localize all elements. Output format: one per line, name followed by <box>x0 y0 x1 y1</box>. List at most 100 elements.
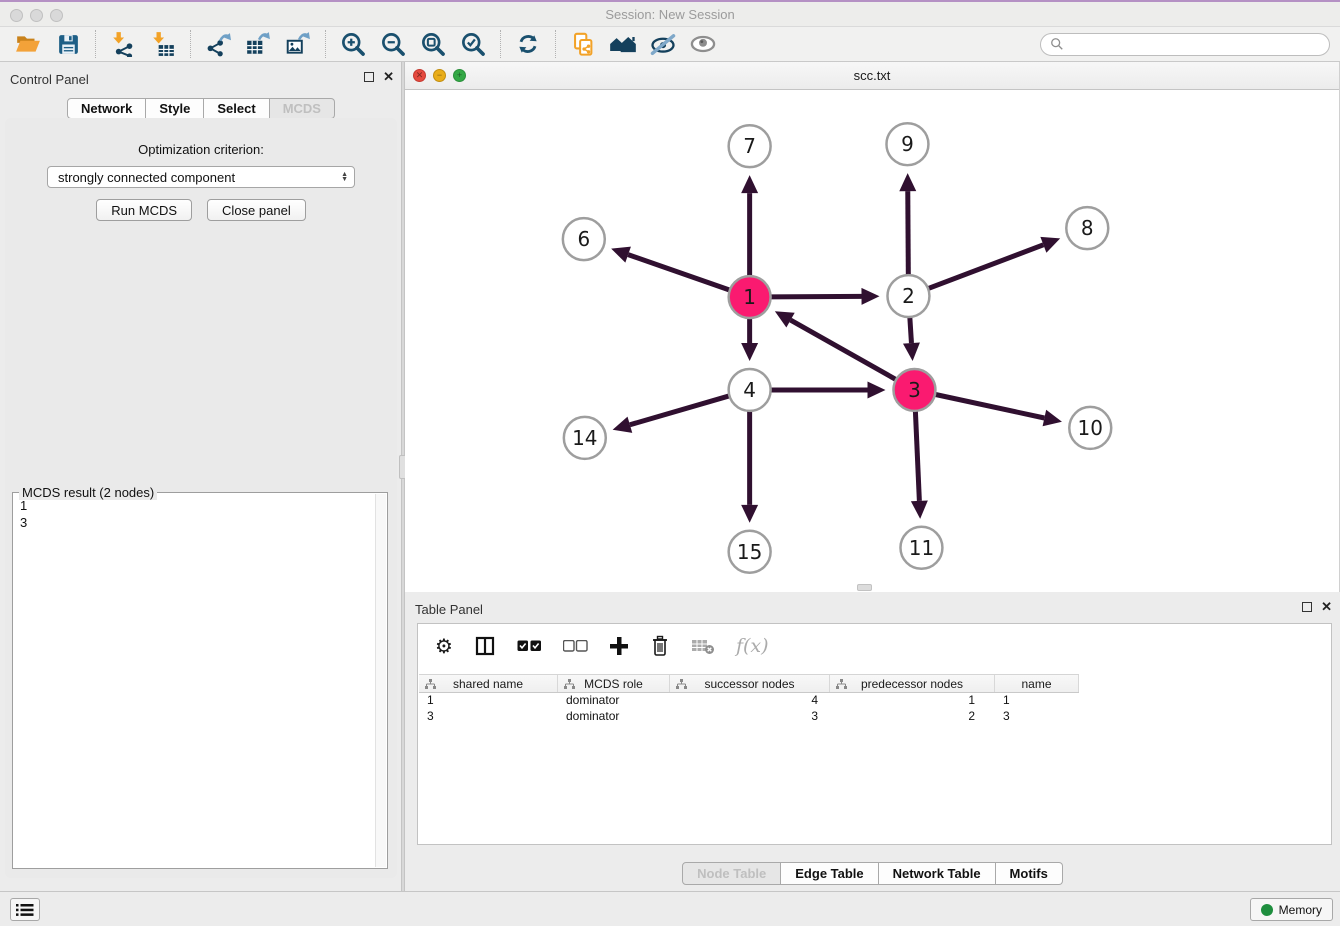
float-table-panel-icon[interactable] <box>1302 602 1312 612</box>
delete-table-icon <box>691 636 715 656</box>
window-controls <box>10 9 63 22</box>
tab-motifs[interactable]: Motifs <box>996 862 1063 885</box>
graph-edge-3-11[interactable] <box>915 411 919 501</box>
tab-network[interactable]: Network <box>67 98 146 119</box>
graph-edge-3-1[interactable] <box>791 320 897 380</box>
function-icon: f(x) <box>736 635 769 657</box>
search-input[interactable] <box>1069 37 1320 51</box>
graph-edge-2-9[interactable] <box>908 191 909 275</box>
memory-button[interactable]: Memory <box>1250 898 1333 921</box>
zoom-in-button[interactable] <box>335 29 371 59</box>
zoom-fit-button[interactable] <box>415 29 451 59</box>
cell-name: 1 <box>995 693 1079 709</box>
application-window: Session: New Session <box>0 0 1340 926</box>
network-close-button[interactable]: ✕ <box>413 69 426 82</box>
mcds-result-list[interactable]: 1 3 <box>14 494 374 867</box>
cell-predecessor-nodes: 2 <box>830 709 995 725</box>
select-all-columns-button[interactable] <box>517 640 542 652</box>
copy-view-button[interactable] <box>565 29 601 59</box>
table-row[interactable]: 3 dominator 3 2 3 <box>419 709 1079 725</box>
columns-icon <box>474 635 496 657</box>
column-header-name[interactable]: name <box>995 675 1079 692</box>
close-table-panel-icon[interactable]: ✕ <box>1321 602 1332 612</box>
save-floppy-icon <box>56 32 81 57</box>
network-window-title: scc.txt <box>405 62 1339 89</box>
home-layout-button[interactable] <box>605 29 641 59</box>
window-title: Session: New Session <box>0 2 1340 27</box>
canvas-splitter-grip[interactable] <box>857 584 872 591</box>
export-table-button[interactable] <box>240 29 276 59</box>
tab-select[interactable]: Select <box>204 98 269 119</box>
column-header-predecessor-nodes[interactable]: predecessor nodes <box>830 675 995 692</box>
delete-column-button[interactable] <box>650 635 670 657</box>
network-zoom-button[interactable]: + <box>453 69 466 82</box>
tab-node-table[interactable]: Node Table <box>682 862 781 885</box>
import-network-button[interactable] <box>105 29 141 59</box>
window-zoom-button[interactable] <box>50 9 63 22</box>
checked-boxes-icon <box>517 640 542 652</box>
apply-function-button[interactable]: f(x) <box>736 635 769 657</box>
tab-mcds[interactable]: MCDS <box>270 98 335 119</box>
column-layout-button[interactable] <box>474 635 496 657</box>
export-network-button[interactable] <box>200 29 236 59</box>
export-image-button[interactable] <box>280 29 316 59</box>
refresh-view-button[interactable] <box>510 29 546 59</box>
zoom-fit-icon <box>420 31 447 58</box>
zoom-selected-button[interactable] <box>455 29 491 59</box>
graph-edge-1-2[interactable] <box>771 296 862 297</box>
eye-icon <box>689 30 717 58</box>
graph-node-label: 6 <box>577 227 590 251</box>
control-panel: Control Panel ✕ Network Style Select MCD… <box>0 62 402 891</box>
close-panel-icon[interactable]: ✕ <box>383 72 394 82</box>
open-session-button[interactable] <box>10 29 46 59</box>
zoom-out-icon <box>380 31 407 58</box>
graph-node-label: 8 <box>1081 216 1094 240</box>
network-canvas[interactable]: 7968124314101511 <box>405 90 1339 592</box>
column-type-icon <box>676 679 687 690</box>
add-column-button[interactable] <box>609 636 629 656</box>
graph-edge-arrowhead <box>611 247 631 263</box>
task-history-button[interactable] <box>10 898 40 921</box>
tab-network-table[interactable]: Network Table <box>879 862 996 885</box>
tab-edge-table[interactable]: Edge Table <box>781 862 878 885</box>
table-row[interactable]: 1 dominator 4 1 1 <box>419 693 1079 709</box>
search-box <box>1040 33 1330 56</box>
window-close-button[interactable] <box>10 9 23 22</box>
column-header-successor-nodes[interactable]: successor nodes <box>670 675 830 692</box>
unselect-all-columns-button[interactable] <box>563 640 588 652</box>
window-minimize-button[interactable] <box>30 9 43 22</box>
zoom-out-button[interactable] <box>375 29 411 59</box>
show-all-button[interactable] <box>685 29 721 59</box>
network-minimize-button[interactable]: − <box>433 69 446 82</box>
column-header-mcds-role[interactable]: MCDS role <box>558 675 670 692</box>
control-panel-tabs: Network Style Select MCDS <box>0 98 402 119</box>
run-mcds-button[interactable]: Run MCDS <box>96 199 192 221</box>
network-window-titlebar: ✕ − + scc.txt <box>405 62 1339 90</box>
import-table-icon <box>150 31 176 57</box>
toolbar-divider <box>555 30 556 58</box>
delete-table-button[interactable] <box>691 636 715 656</box>
close-panel-button[interactable]: Close panel <box>207 199 306 221</box>
hide-selected-button[interactable] <box>645 29 681 59</box>
network-graph[interactable]: 7968124314101511 <box>405 90 1339 592</box>
import-table-button[interactable] <box>145 29 181 59</box>
table-settings-button[interactable]: ⚙ <box>435 636 453 656</box>
cell-mcds-role: dominator <box>558 693 670 709</box>
memory-status-icon <box>1261 904 1273 916</box>
node-table: shared name MCDS role successor nodes pr… <box>419 674 1330 843</box>
graph-edge-3-10[interactable] <box>935 394 1044 418</box>
save-session-button[interactable] <box>50 29 86 59</box>
unchecked-boxes-icon <box>563 640 588 652</box>
criterion-select[interactable]: strongly connected component ▲▼ <box>47 166 355 188</box>
graph-edge-4-14[interactable] <box>630 396 730 425</box>
float-panel-icon[interactable] <box>364 72 374 82</box>
graph-node-label: 14 <box>572 426 597 450</box>
graph-edge-1-6[interactable] <box>628 255 730 291</box>
zoom-selected-icon <box>460 31 487 58</box>
result-scrollbar[interactable] <box>375 494 386 867</box>
tab-style[interactable]: Style <box>146 98 204 119</box>
graph-edge-2-3[interactable] <box>910 317 912 343</box>
graph-edge-2-8[interactable] <box>928 245 1043 289</box>
column-header-shared-name[interactable]: shared name <box>419 675 558 692</box>
graph-node-label: 3 <box>908 378 921 402</box>
